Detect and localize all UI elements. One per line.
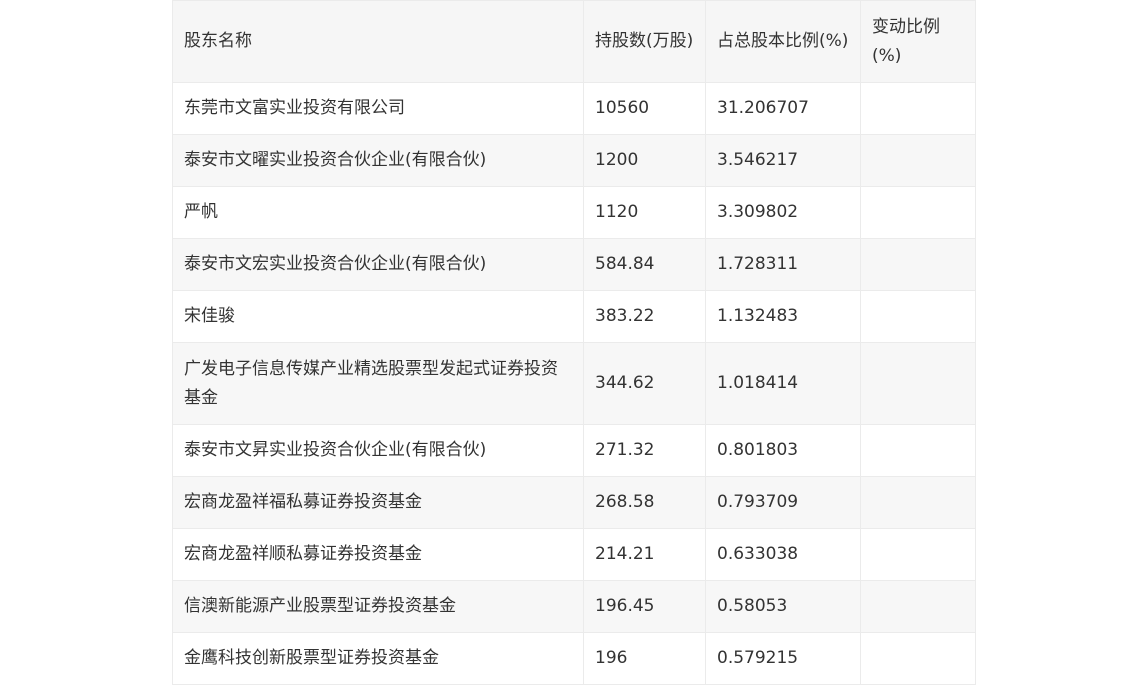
table-header-row: 股东名称 持股数(万股) 占总股本比例(%) 变动比例(%) (172, 0, 976, 83)
cell-change (860, 238, 976, 291)
cell-change (860, 134, 976, 187)
cell-change (860, 82, 976, 135)
cell-shares: 196 (583, 632, 706, 685)
cell-shares: 271.32 (583, 424, 706, 477)
cell-name: 信澳新能源产业股票型证券投资基金 (172, 580, 584, 633)
cell-ratio: 0.579215 (705, 632, 861, 685)
table-row: 信澳新能源产业股票型证券投资基金 196.45 0.58053 (172, 580, 976, 633)
table-row: 宏商龙盈祥顺私募证券投资基金 214.21 0.633038 (172, 528, 976, 581)
cell-shares: 214.21 (583, 528, 706, 581)
cell-name: 宏商龙盈祥福私募证券投资基金 (172, 476, 584, 529)
cell-name: 广发电子信息传媒产业精选股票型发起式证券投资基金 (172, 342, 584, 425)
cell-change (860, 186, 976, 239)
cell-shares: 1200 (583, 134, 706, 187)
header-shares: 持股数(万股) (583, 0, 706, 83)
cell-shares: 1120 (583, 186, 706, 239)
cell-change (860, 342, 976, 425)
cell-ratio: 1.728311 (705, 238, 861, 291)
cell-change (860, 632, 976, 685)
cell-change (860, 424, 976, 477)
cell-ratio: 0.801803 (705, 424, 861, 477)
cell-shares: 344.62 (583, 342, 706, 425)
cell-ratio: 31.206707 (705, 82, 861, 135)
cell-ratio: 0.633038 (705, 528, 861, 581)
cell-ratio: 3.309802 (705, 186, 861, 239)
table-row: 宋佳骏 383.22 1.132483 (172, 290, 976, 343)
cell-name: 东莞市文富实业投资有限公司 (172, 82, 584, 135)
shareholder-table-container: 股东名称 持股数(万股) 占总股本比例(%) 变动比例(%) 东莞市文富实业投资… (172, 0, 976, 685)
cell-change (860, 476, 976, 529)
cell-ratio: 1.018414 (705, 342, 861, 425)
table-row: 严帆 1120 3.309802 (172, 186, 976, 239)
cell-name: 宋佳骏 (172, 290, 584, 343)
table-row: 东莞市文富实业投资有限公司 10560 31.206707 (172, 82, 976, 135)
cell-ratio: 0.793709 (705, 476, 861, 529)
table-row: 宏商龙盈祥福私募证券投资基金 268.58 0.793709 (172, 476, 976, 529)
cell-change (860, 580, 976, 633)
cell-name: 宏商龙盈祥顺私募证券投资基金 (172, 528, 584, 581)
cell-shares: 584.84 (583, 238, 706, 291)
cell-ratio: 1.132483 (705, 290, 861, 343)
cell-shares: 383.22 (583, 290, 706, 343)
cell-ratio: 0.58053 (705, 580, 861, 633)
shareholder-table: 股东名称 持股数(万股) 占总股本比例(%) 变动比例(%) 东莞市文富实业投资… (172, 0, 976, 685)
table-row: 金鹰科技创新股票型证券投资基金 196 0.579215 (172, 632, 976, 685)
header-ratio: 占总股本比例(%) (705, 0, 861, 83)
table-row: 泰安市文宏实业投资合伙企业(有限合伙) 584.84 1.728311 (172, 238, 976, 291)
table-row: 泰安市文曜实业投资合伙企业(有限合伙) 1200 3.546217 (172, 134, 976, 187)
header-change: 变动比例(%) (860, 0, 976, 83)
table-row: 广发电子信息传媒产业精选股票型发起式证券投资基金 344.62 1.018414 (172, 342, 976, 425)
table-row: 泰安市文昇实业投资合伙企业(有限合伙) 271.32 0.801803 (172, 424, 976, 477)
cell-change (860, 528, 976, 581)
cell-ratio: 3.546217 (705, 134, 861, 187)
cell-shares: 10560 (583, 82, 706, 135)
cell-shares: 268.58 (583, 476, 706, 529)
header-shareholder-name: 股东名称 (172, 0, 584, 83)
cell-name: 严帆 (172, 186, 584, 239)
cell-name: 金鹰科技创新股票型证券投资基金 (172, 632, 584, 685)
cell-shares: 196.45 (583, 580, 706, 633)
cell-name: 泰安市文曜实业投资合伙企业(有限合伙) (172, 134, 584, 187)
cell-change (860, 290, 976, 343)
cell-name: 泰安市文宏实业投资合伙企业(有限合伙) (172, 238, 584, 291)
cell-name: 泰安市文昇实业投资合伙企业(有限合伙) (172, 424, 584, 477)
